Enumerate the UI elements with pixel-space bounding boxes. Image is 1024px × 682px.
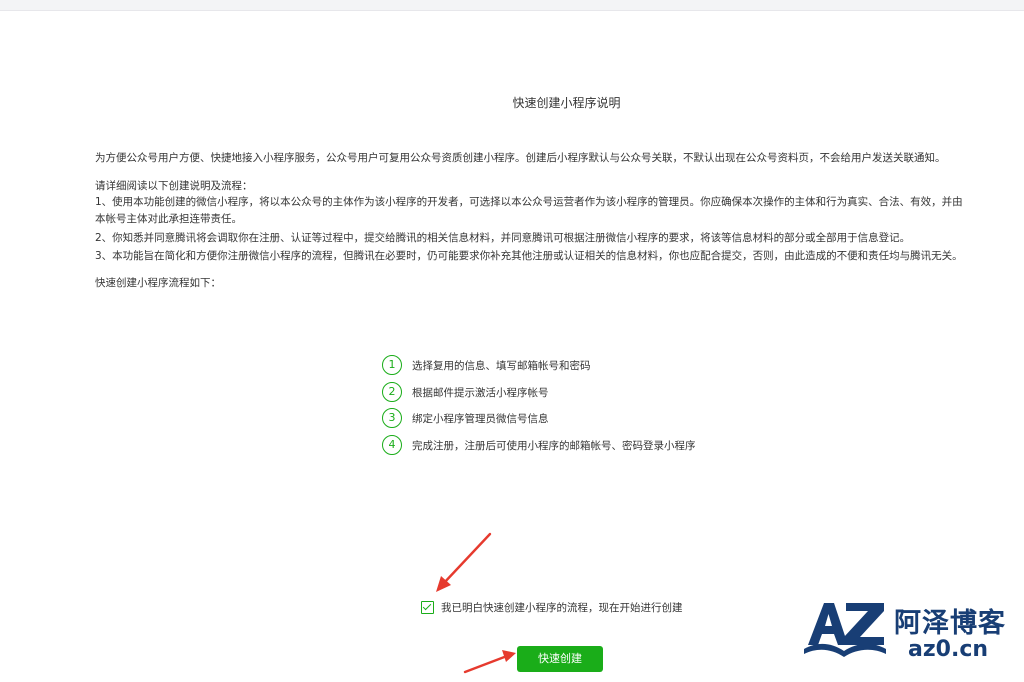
- page-title: 快速创建小程序说明: [512, 96, 621, 110]
- agreement-checkbox-row[interactable]: 我已明白快速创建小程序的流程，现在开始进行创建: [421, 600, 683, 615]
- az-logo-icon: [804, 603, 886, 657]
- top-bar: [0, 0, 1024, 11]
- clause-3: 3、本功能旨在简化和方便你注册微信小程序的流程，但腾讯在必要时，仍可能要求你补充…: [95, 250, 963, 262]
- clause-1: 1、使用本功能创建的微信小程序，将以本公众号的主体作为该小程序的开发者，可选择以…: [95, 196, 963, 208]
- step-label: 选择复用的信息、填写邮箱帐号和密码: [412, 359, 591, 372]
- red-arrow-icon: [463, 650, 516, 674]
- red-arrow-icon: [436, 532, 492, 592]
- clause-1-continued: 本帐号主体对此承担连带责任。: [95, 213, 242, 225]
- step-item: 4 完成注册，注册后可使用小程序的邮箱帐号、密码登录小程序: [382, 434, 696, 456]
- intro-text: 为方便公众号用户方便、快捷地接入小程序服务，公众号用户可复用公众号资质创建小程序…: [95, 152, 946, 164]
- watermark-name: 阿泽博客: [894, 608, 1006, 639]
- agreement-label[interactable]: 我已明白快速创建小程序的流程，现在开始进行创建: [441, 600, 683, 615]
- read-notice: 请详细阅读以下创建说明及流程：: [95, 180, 253, 192]
- agreement-checkbox[interactable]: [421, 601, 434, 614]
- step-number-icon: 3: [382, 408, 402, 428]
- quick-create-button[interactable]: 快速创建: [517, 646, 603, 672]
- step-label: 根据邮件提示激活小程序帐号: [412, 386, 549, 399]
- step-item: 2 根据邮件提示激活小程序帐号: [382, 381, 549, 403]
- watermark-url: az0.cn: [908, 637, 989, 662]
- step-number-icon: 1: [382, 355, 402, 375]
- step-item: 3 绑定小程序管理员微信号信息: [382, 407, 549, 429]
- step-number-icon: 4: [382, 435, 402, 455]
- clause-2: 2、你知悉并同意腾讯将会调取你在注册、认证等过程中，提交给腾讯的相关信息材料，并…: [95, 232, 911, 244]
- step-label: 绑定小程序管理员微信号信息: [412, 412, 549, 425]
- flow-heading: 快速创建小程序流程如下：: [95, 277, 221, 289]
- step-label: 完成注册，注册后可使用小程序的邮箱帐号、密码登录小程序: [412, 439, 696, 452]
- step-number-icon: 2: [382, 382, 402, 402]
- step-item: 1 选择复用的信息、填写邮箱帐号和密码: [382, 354, 591, 376]
- watermark: 阿泽博客 az0.cn: [800, 597, 1024, 669]
